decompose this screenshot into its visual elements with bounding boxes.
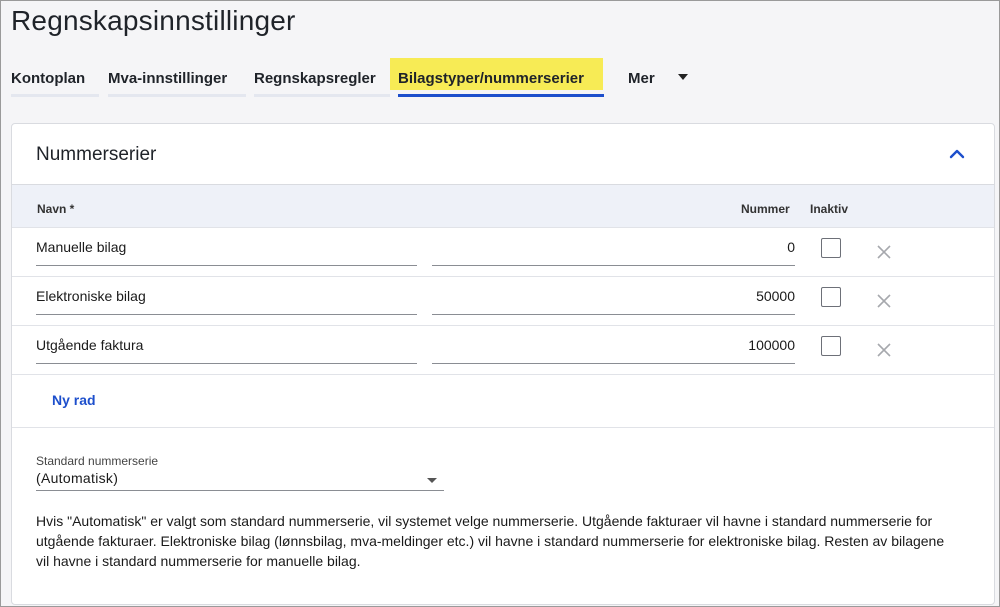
name-input[interactable]: Manuelle bilag	[36, 228, 417, 266]
app-window: Regnskapsinnstillinger Kontoplan Mva-inn…	[0, 0, 1000, 607]
close-icon[interactable]	[877, 343, 891, 357]
tab-label: Kontoplan	[11, 69, 86, 87]
chevron-down-icon	[678, 74, 688, 80]
tab-label: Mer	[628, 69, 655, 87]
tab-regnskapsregler[interactable]: Regnskapsregler	[254, 59, 390, 97]
number-input[interactable]: 0	[432, 228, 795, 266]
tab-underline	[108, 94, 246, 97]
close-icon[interactable]	[877, 245, 891, 259]
number-input[interactable]: 50000	[432, 277, 795, 315]
default-series-value: (Automatisk)	[36, 470, 119, 486]
number-input[interactable]: 100000	[432, 326, 795, 364]
add-row-button[interactable]: Ny rad	[52, 392, 96, 408]
column-header-inactive: Inaktiv	[810, 202, 849, 216]
default-series-select[interactable]: (Automatisk)	[36, 469, 444, 491]
divider	[12, 427, 994, 428]
tab-mva-innstillinger[interactable]: Mva-innstillinger	[108, 59, 246, 97]
table-header: Navn * Nummer Inaktiv	[12, 185, 994, 228]
name-input[interactable]: Elektroniske bilag	[36, 277, 417, 315]
table-row: Elektroniske bilag 50000	[12, 277, 994, 326]
tab-kontoplan[interactable]: Kontoplan	[11, 59, 99, 97]
page-title: Regnskapsinnstillinger	[11, 5, 296, 36]
tab-label: Regnskapsregler	[254, 69, 376, 87]
tab-label: Bilagstyper/nummerserier	[398, 69, 584, 87]
active-tab-underline	[398, 94, 604, 97]
table-row: Manuelle bilag 0	[12, 228, 994, 277]
tab-underline	[11, 94, 99, 97]
caret-down-icon	[427, 478, 437, 483]
tab-label: Mva-innstillinger	[108, 69, 228, 87]
tab-bilagstyper-nummerserier[interactable]: Bilagstyper/nummerserier	[390, 58, 604, 97]
name-input[interactable]: Utgående faktura	[36, 326, 417, 364]
column-header-name: Navn *	[37, 202, 75, 216]
tab-underline	[254, 94, 390, 97]
default-series-label: Standard nummerserie	[36, 454, 159, 468]
column-header-number: Nummer	[741, 202, 790, 216]
chevron-up-icon[interactable]	[948, 146, 966, 162]
info-text: Hvis "Automatisk" er valgt som standard …	[36, 513, 945, 569]
table-row: Utgående faktura 100000	[12, 326, 994, 375]
inactive-checkbox[interactable]	[821, 238, 841, 258]
tab-mer[interactable]: Mer	[628, 59, 693, 97]
inactive-checkbox[interactable]	[821, 336, 841, 356]
nummerserier-panel: Nummerserier Navn * Nummer Inaktiv Manue…	[11, 123, 995, 605]
close-icon[interactable]	[877, 294, 891, 308]
inactive-checkbox[interactable]	[821, 287, 841, 307]
panel-title: Nummerserier	[36, 144, 157, 165]
